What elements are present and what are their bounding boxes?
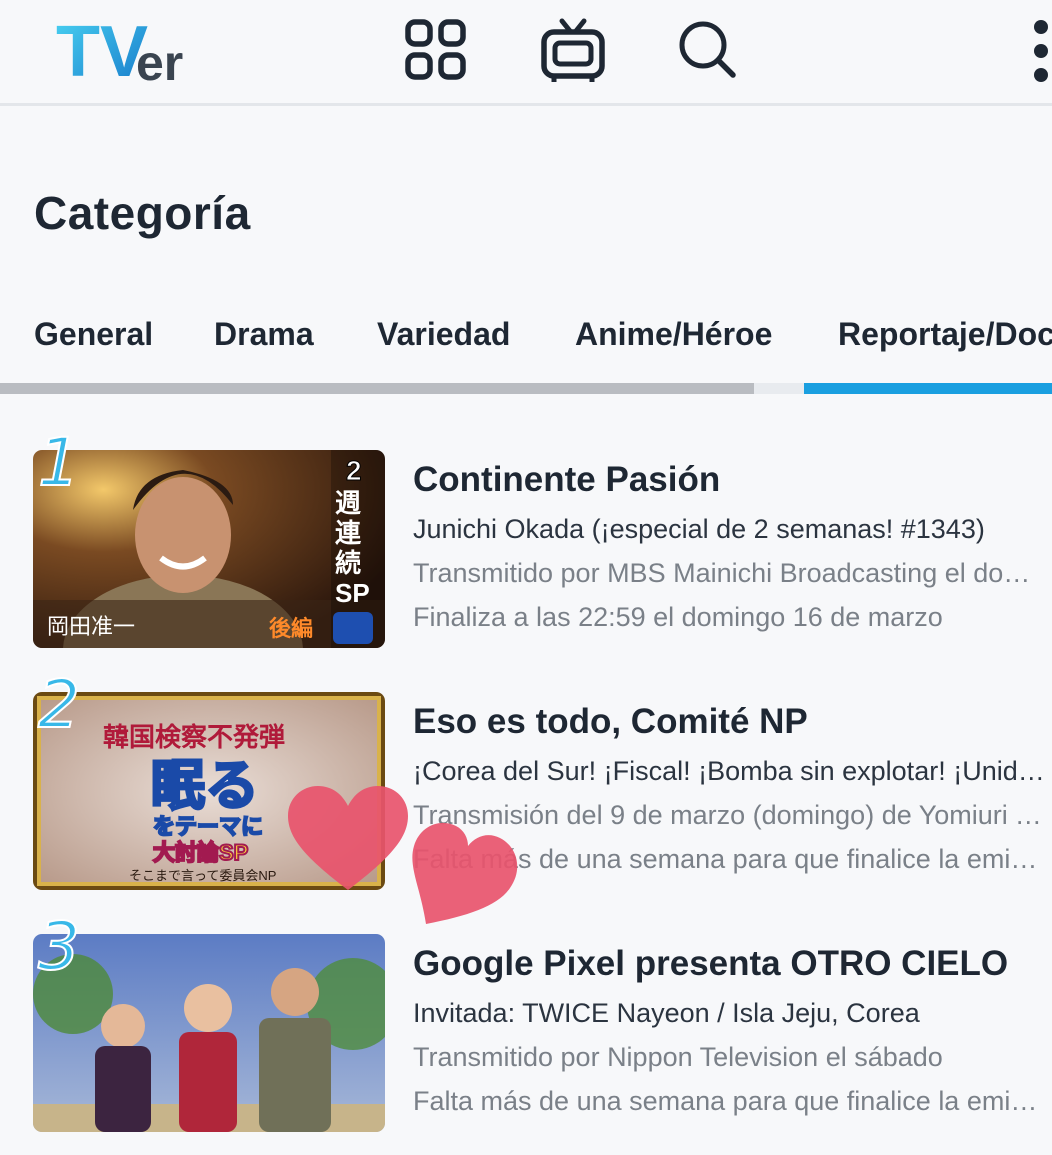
availability-info: Finaliza a las 22:59 el domingo 16 de ma… — [413, 602, 943, 632]
list-item[interactable]: 2 週 連 続 SP 後編 岡田准一 1 Continente Pasión J… — [0, 424, 1052, 648]
tab-variedad[interactable]: Variedad — [377, 316, 510, 353]
thumb-text: 眠る — [151, 756, 259, 816]
program-title: Continente Pasión — [413, 460, 721, 499]
list-item[interactable]: 韓国検察不発弾 眠る をテーマに 大討論SP そこまで言って委員会NP 2 Es… — [0, 666, 1052, 890]
top-app-bar: TV er — [0, 0, 1052, 106]
search-icon[interactable] — [676, 18, 740, 82]
availability-info: Falta más de una semana para que finalic… — [413, 1086, 1048, 1116]
rank-number: 1 — [37, 424, 81, 501]
list-item[interactable]: 3 Google Pixel presenta OTRO CIELO Invit… — [0, 908, 1052, 1132]
episode-description: Invitada: TWICE Nayeon / Isla Jeju, Core… — [413, 998, 920, 1028]
thumb-text: 韓国検察不発弾 — [103, 722, 285, 752]
program-title: Google Pixel presenta OTRO CIELO — [413, 944, 1009, 983]
tver-logo[interactable]: TV er — [56, 10, 206, 90]
thumb-text: 2 — [346, 455, 362, 486]
thumbnail-image[interactable]: 2 週 連 続 SP 後編 岡田准一 — [33, 450, 385, 648]
broadcast-info: Transmitido por MBS Mainichi Broadcastin… — [413, 558, 1048, 588]
thumbnail-image[interactable] — [33, 934, 385, 1132]
episode-description: Junichi Okada (¡especial de 2 semanas! #… — [413, 514, 985, 544]
tv-icon[interactable] — [540, 18, 606, 82]
tab-general[interactable]: General — [34, 316, 153, 353]
rank-number: 2 — [37, 666, 81, 743]
broadcast-info: Transmitido por Nippon Television el sáb… — [413, 1042, 943, 1072]
rank-number: 3 — [37, 908, 81, 985]
thumb-text: をテーマに — [153, 814, 263, 839]
grid-icon[interactable] — [404, 18, 468, 82]
thumb-text: 大討論SP — [153, 840, 248, 865]
logo-er-text: er — [136, 35, 183, 90]
thumb-text: 週 — [335, 488, 361, 518]
thumb-text: 後編 — [269, 616, 313, 641]
thumb-text: SP — [335, 578, 370, 608]
heart-icon — [286, 784, 410, 899]
logo-tv-text: TV — [56, 12, 148, 90]
heart-icon — [406, 816, 522, 933]
tab-scroll-indicator[interactable] — [0, 383, 754, 394]
page-title: Categoría — [34, 187, 251, 239]
thumb-text: 岡田准一 — [47, 614, 135, 639]
tab-drama[interactable]: Drama — [214, 316, 314, 353]
program-title: Eso es todo, Comité NP — [413, 702, 808, 741]
category-tabs: General Drama Variedad Anime/Héroe Repor… — [0, 300, 1052, 396]
episode-description: ¡Corea del Sur! ¡Fiscal! ¡Bomba sin expl… — [413, 756, 1048, 786]
thumb-text: 連 — [335, 518, 362, 548]
tab-anime-heroe[interactable]: Anime/Héroe — [575, 316, 772, 353]
thumb-text: そこまで言って委員会NP — [129, 868, 276, 883]
more-vert-icon[interactable] — [1032, 20, 1052, 82]
tab-reportaje-doc[interactable]: Reportaje/Doc — [838, 316, 1052, 353]
thumb-text: 続 — [335, 548, 361, 578]
active-tab-indicator — [804, 383, 1052, 394]
